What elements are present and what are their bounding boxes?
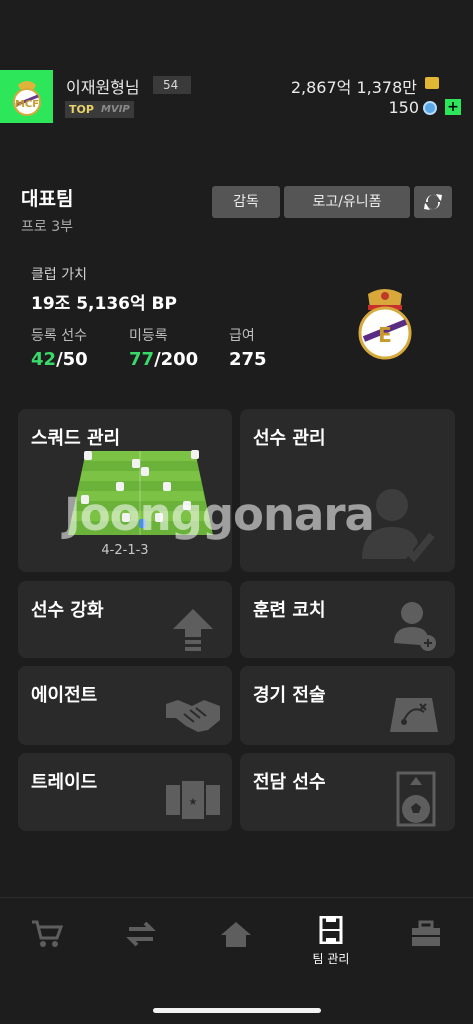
team-division: 프로 3부 — [21, 219, 73, 235]
vip-badge-label: VIP — [110, 104, 130, 115]
real-madrid-crest-icon: E — [358, 289, 412, 360]
cart-icon — [32, 920, 63, 947]
svg-text:MCF: MCF — [14, 99, 38, 110]
match-tactics-label: 경기 전술 — [253, 685, 326, 706]
training-coach-label: 훈련 코치 — [253, 600, 326, 621]
coin-amount: 150 — [388, 98, 419, 117]
nav-team-management[interactable]: 팀 관리 — [284, 898, 378, 988]
nav-transfer[interactable] — [94, 898, 188, 988]
watermark: Joonggonara — [64, 488, 375, 541]
player-management-label: 선수 관리 — [253, 428, 326, 449]
unregistered-current: 77 — [129, 349, 155, 370]
home-icon — [221, 922, 251, 947]
registered-max: /50 — [56, 349, 88, 370]
top-badge: TOP — [65, 101, 98, 118]
match-tactics-tile[interactable]: 경기 전술 — [240, 666, 455, 745]
money-amount: 2,867억 1,378만 — [290, 78, 417, 97]
home-indicator[interactable] — [153, 1008, 321, 1013]
svg-text:E: E — [378, 323, 392, 347]
registered-players-label: 등록 선수 — [31, 328, 87, 344]
team-name: 대표팀 — [21, 188, 74, 210]
trade-label: 트레이드 — [31, 772, 98, 793]
upgrade-arrow-icon — [173, 609, 213, 651]
agent-tile[interactable]: 에이전트 — [18, 666, 232, 745]
real-madrid-crest-icon: MCF — [12, 80, 41, 116]
top-status-bar: MCF 이재원형님 54 TOP MVIP 2,867억 1,378만 150 … — [0, 70, 473, 126]
vip-badge: MVIP — [97, 101, 134, 118]
salary-label: 급여 — [229, 328, 255, 344]
player-enhance-tile[interactable]: 선수 강화 — [18, 581, 232, 658]
handshake-icon — [166, 700, 220, 732]
svg-text:★: ★ — [189, 797, 198, 808]
add-coins-button[interactable]: + — [445, 99, 461, 115]
nav-team-management-label: 팀 관리 — [312, 952, 350, 966]
nav-inventory[interactable] — [379, 898, 473, 988]
trade-cards-icon: ★ — [166, 781, 220, 819]
formation-text: 4-2-1-3 — [101, 543, 149, 558]
registered-current: 42 — [31, 349, 57, 370]
unregistered-label: 미등록 — [129, 328, 168, 344]
trade-tile[interactable]: 트레이드 ★ — [18, 753, 232, 831]
unregistered-value: 77/200 — [129, 349, 198, 370]
club-crest-button[interactable]: MCF — [0, 70, 53, 123]
coach-button[interactable]: 감독 — [212, 186, 280, 218]
pitch-icon — [319, 916, 343, 944]
training-coach-tile[interactable]: 훈련 코치 — [240, 581, 455, 658]
salary-value: 275 — [229, 349, 267, 370]
bottom-navigation: 팀 관리 — [0, 897, 473, 987]
agent-label: 에이전트 — [31, 685, 98, 706]
tactics-board-icon — [390, 698, 438, 732]
unregistered-max: /200 — [154, 349, 199, 370]
money-ticket-icon — [425, 77, 439, 89]
coin-icon — [423, 101, 437, 115]
player-enhance-label: 선수 강화 — [31, 600, 104, 621]
dedicated-player-tile[interactable]: 전담 선수 — [240, 753, 455, 831]
dedicated-player-label: 전담 선수 — [253, 772, 326, 793]
transfer-icon — [126, 921, 156, 947]
username: 이재원형님 — [66, 78, 140, 97]
switch-team-button[interactable] — [414, 186, 452, 218]
level-badge: 54 — [153, 76, 191, 94]
nav-home[interactable] — [189, 898, 283, 988]
club-value-label: 클럽 가치 — [31, 267, 87, 283]
nav-shop[interactable] — [0, 898, 94, 988]
refresh-icon — [424, 194, 442, 210]
registered-players-value: 42/50 — [31, 349, 88, 370]
logo-uniform-button[interactable]: 로고/유니폼 — [284, 186, 410, 218]
club-value: 19조 5,136억 BP — [31, 294, 177, 314]
briefcase-icon — [412, 920, 440, 946]
soccer-ball-icon — [396, 771, 436, 827]
coach-icon — [394, 602, 436, 651]
